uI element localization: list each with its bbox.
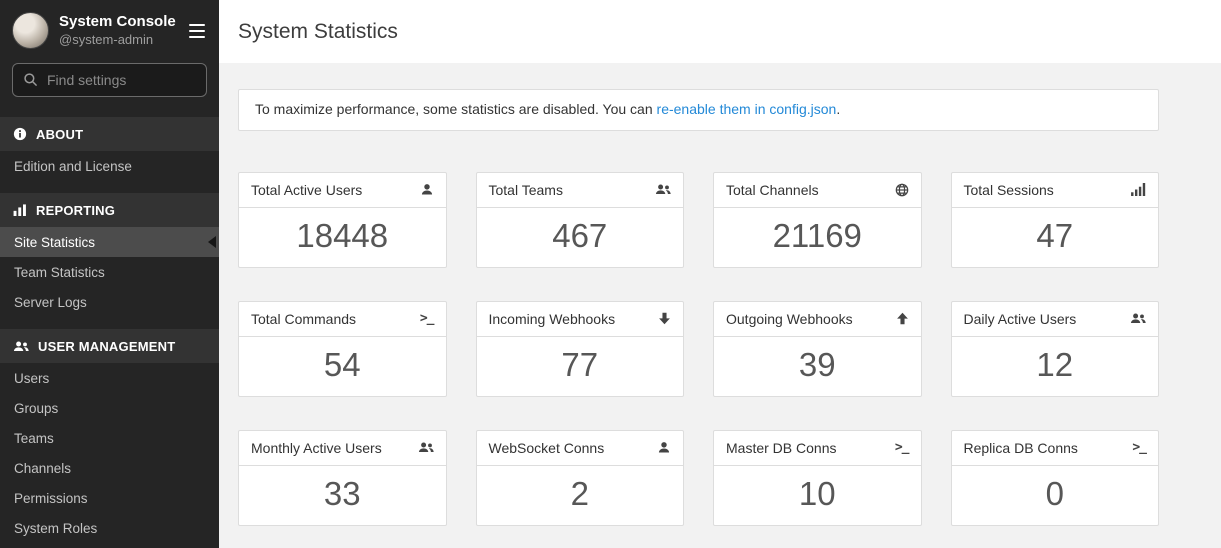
nav-item-label: Users [14, 371, 49, 386]
stat-card-outgoing-webhooks: Outgoing Webhooks 39 [713, 301, 922, 397]
section-header-reporting: REPORTING [0, 193, 219, 227]
stat-label: Incoming Webhooks [489, 311, 616, 327]
section-header-about: ABOUT [0, 117, 219, 151]
bar-chart-icon [13, 204, 27, 216]
users-icon [13, 340, 29, 353]
nav-item-label: Site Statistics [14, 235, 95, 250]
users-icon [655, 183, 671, 196]
console-title: System Console [59, 12, 187, 32]
stat-label: Master DB Conns [726, 440, 836, 456]
stat-value: 18448 [239, 208, 446, 267]
stat-label: WebSocket Conns [489, 440, 605, 456]
stat-card-master-db-conns: Master DB Conns >_ 10 [713, 430, 922, 526]
active-item-arrow [208, 236, 216, 248]
stat-label: Replica DB Conns [964, 440, 1078, 456]
arrow-down-icon [658, 312, 671, 325]
stat-value: 54 [239, 337, 446, 396]
stat-card-replica-db-conns: Replica DB Conns >_ 0 [951, 430, 1160, 526]
page-title: System Statistics [238, 20, 398, 44]
stat-card-total-active-users: Total Active Users 18448 [238, 172, 447, 268]
stat-value: 77 [477, 337, 684, 396]
section-header-user-management: USER MANAGEMENT [0, 329, 219, 363]
stat-card-monthly-active-users: Monthly Active Users 33 [238, 430, 447, 526]
nav-item-label: Teams [14, 431, 54, 446]
stat-value: 39 [714, 337, 921, 396]
avatar [12, 12, 49, 49]
sidebar-item-channels[interactable]: Channels [0, 453, 219, 483]
globe-icon [895, 183, 909, 197]
banner-text-end: . [836, 101, 840, 117]
stat-card-total-teams: Total Teams 467 [476, 172, 685, 268]
info-icon [13, 127, 27, 141]
nav-item-label: System Roles [14, 521, 97, 536]
sidebar-item-team-statistics[interactable]: Team Statistics [0, 257, 219, 287]
config-json-link[interactable]: re-enable them in config.json [657, 101, 837, 117]
stat-label: Total Active Users [251, 182, 362, 198]
stat-card-daily-active-users: Daily Active Users 12 [951, 301, 1160, 397]
sidebar-header-text: System Console @system-admin [59, 12, 187, 49]
stat-label: Monthly Active Users [251, 440, 382, 456]
signal-bars-icon [1131, 183, 1146, 196]
terminal-icon: >_ [1132, 440, 1146, 455]
nav-item-label: Server Logs [14, 295, 87, 310]
user-icon [657, 441, 671, 455]
nav-section-reporting: REPORTING Site Statistics Team Statistic… [0, 187, 219, 317]
sidebar-item-system-roles[interactable]: System Roles [0, 513, 219, 543]
sidebar-item-server-logs[interactable]: Server Logs [0, 287, 219, 317]
users-icon [418, 441, 434, 454]
console-username: @system-admin [59, 32, 187, 49]
sidebar: System Console @system-admin ABOUT [0, 0, 219, 548]
nav-item-label: Team Statistics [14, 265, 105, 280]
section-label: ABOUT [36, 127, 83, 142]
sidebar-item-permissions[interactable]: Permissions [0, 483, 219, 513]
arrow-up-icon [896, 312, 909, 325]
stat-label: Outgoing Webhooks [726, 311, 853, 327]
stat-card-total-commands: Total Commands >_ 54 [238, 301, 447, 397]
stats-grid: Total Active Users 18448 Total Teams [238, 172, 1159, 526]
stat-value: 33 [239, 466, 446, 525]
stat-value: 10 [714, 466, 921, 525]
performance-banner: To maximize performance, some statistics… [238, 89, 1159, 131]
stat-label: Total Sessions [964, 182, 1054, 198]
stat-value: 47 [952, 208, 1159, 267]
sidebar-item-site-statistics[interactable]: Site Statistics [0, 227, 219, 257]
nav-item-label: Channels [14, 461, 71, 476]
terminal-icon: >_ [895, 440, 909, 455]
terminal-icon: >_ [420, 311, 434, 326]
stat-label: Daily Active Users [964, 311, 1077, 327]
section-label: REPORTING [36, 203, 115, 218]
settings-search [12, 63, 207, 97]
stat-value: 2 [477, 466, 684, 525]
stat-card-total-channels: Total Channels 21169 [713, 172, 922, 268]
nav-section-user-management: USER MANAGEMENT Users Groups Teams Chann… [0, 323, 219, 543]
content: To maximize performance, some statistics… [219, 63, 1221, 526]
sidebar-item-users[interactable]: Users [0, 363, 219, 393]
stat-label: Total Commands [251, 311, 356, 327]
main-area: System Statistics To maximize performanc… [219, 0, 1221, 548]
stat-card-websocket-conns: WebSocket Conns 2 [476, 430, 685, 526]
stat-label: Total Channels [726, 182, 819, 198]
stat-value: 12 [952, 337, 1159, 396]
section-label: USER MANAGEMENT [38, 339, 175, 354]
nav-item-label: Edition and License [14, 159, 132, 174]
stat-label: Total Teams [489, 182, 563, 198]
nav-item-label: Groups [14, 401, 58, 416]
sidebar-header[interactable]: System Console @system-admin [0, 0, 219, 59]
nav-section-about: ABOUT Edition and License [0, 111, 219, 181]
banner-text: To maximize performance, some statistics… [255, 101, 657, 117]
stat-value: 467 [477, 208, 684, 267]
nav-item-label: Permissions [14, 491, 88, 506]
search-input[interactable] [12, 63, 207, 97]
stat-card-incoming-webhooks: Incoming Webhooks 77 [476, 301, 685, 397]
sidebar-item-groups[interactable]: Groups [0, 393, 219, 423]
stat-value: 21169 [714, 208, 921, 267]
sidebar-item-teams[interactable]: Teams [0, 423, 219, 453]
stat-value: 0 [952, 466, 1159, 525]
users-icon [1130, 312, 1146, 325]
user-icon [420, 183, 434, 197]
hamburger-menu-icon[interactable] [187, 18, 207, 44]
stat-card-total-sessions: Total Sessions 47 [951, 172, 1160, 268]
sidebar-item-edition-and-license[interactable]: Edition and License [0, 151, 219, 181]
main-header: System Statistics [219, 0, 1221, 63]
